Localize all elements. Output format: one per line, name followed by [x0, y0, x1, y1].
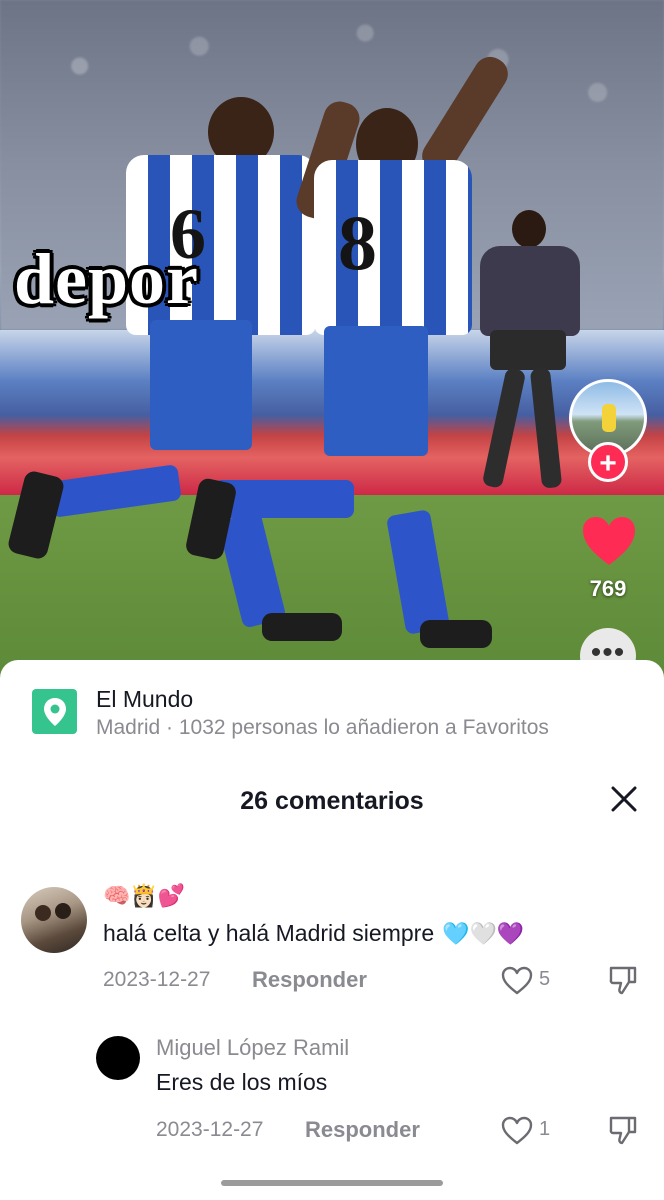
comments-sheet: El Mundo Madrid · 1032 personas lo añadi… [0, 660, 664, 1200]
thumbs-down-icon[interactable] [607, 964, 639, 996]
location-subtitle: Madrid · 1032 personas lo añadieron a Fa… [96, 716, 549, 739]
player-eight-figure: 8 [184, 30, 570, 660]
comment-text: halá celta y halá Madrid siempre 🩵🤍💜 [103, 920, 524, 947]
heart-outline-icon[interactable] [501, 966, 533, 996]
comments-count-title: 26 comentarios [240, 787, 424, 815]
follow-button[interactable]: + [588, 442, 628, 482]
comment-author-avatar[interactable] [21, 887, 87, 953]
reply-button[interactable]: Responder [305, 1117, 420, 1143]
comment-heart-emojis: 🩵🤍💜 [442, 921, 525, 946]
video-player[interactable]: 6 8 depor + 769 ••• [0, 0, 664, 680]
heart-icon[interactable] [581, 515, 637, 567]
cyclist-figure [602, 404, 616, 432]
reply-author-avatar[interactable] [96, 1036, 140, 1080]
reply-date: 2023-12-27 [156, 1118, 264, 1141]
comment-date: 2023-12-27 [103, 968, 211, 991]
location-pin-icon[interactable] [32, 689, 77, 734]
reply-text: Eres de los míos [156, 1069, 328, 1095]
reply-button[interactable]: Responder [252, 967, 367, 993]
comment-author-emojis[interactable]: 🧠👸🏻💕 [103, 883, 185, 909]
reply-like-count: 1 [539, 1118, 551, 1140]
player-right-number: 8 [338, 199, 377, 286]
video-overlay-caption: depor [14, 239, 199, 319]
like-count: 769 [589, 576, 627, 601]
reply-author-name[interactable]: Miguel López Ramil [156, 1035, 349, 1061]
avatar-face [55, 903, 71, 919]
home-indicator[interactable] [221, 1180, 443, 1186]
location-name[interactable]: El Mundo [96, 686, 193, 713]
comment-body: halá celta y halá Madrid siempre [103, 920, 435, 946]
thumbs-down-icon[interactable] [607, 1114, 639, 1146]
heart-outline-icon[interactable] [501, 1116, 533, 1146]
avatar-face [35, 905, 51, 921]
comment-like-count: 5 [539, 968, 551, 990]
close-icon[interactable] [609, 784, 639, 814]
